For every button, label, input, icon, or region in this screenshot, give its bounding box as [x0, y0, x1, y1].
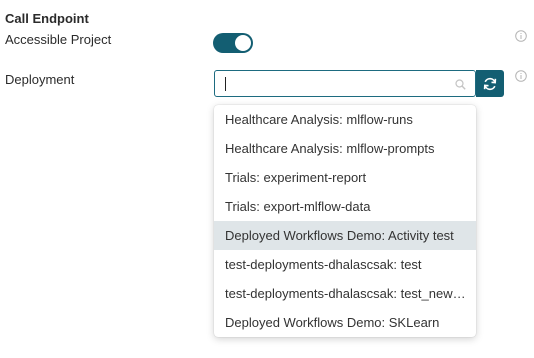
info-icon[interactable]	[515, 70, 527, 82]
dropdown-option[interactable]: test-deployments-dhalascsak: test	[214, 250, 476, 279]
deployment-search-input[interactable]	[216, 72, 441, 95]
deployment-search-field[interactable]	[214, 70, 476, 97]
dropdown-option[interactable]: Deployed Workflows Demo: SKLearn	[214, 308, 476, 337]
deployment-dropdown-list: Healthcare Analysis: mlflow-runs Healthc…	[214, 105, 476, 337]
accessible-project-label: Accessible Project	[5, 32, 112, 47]
dropdown-option[interactable]: Healthcare Analysis: mlflow-runs	[214, 105, 476, 134]
dropdown-option-highlighted[interactable]: Deployed Workflows Demo: Activity test	[214, 221, 476, 250]
toggle-knob	[235, 35, 251, 51]
info-icon[interactable]	[515, 30, 527, 42]
refresh-icon	[483, 77, 497, 90]
dropdown-option[interactable]: Trials: export-mlflow-data	[214, 192, 476, 221]
text-caret	[225, 77, 226, 91]
deployment-label: Deployment	[5, 72, 75, 87]
accessible-project-toggle[interactable]	[213, 33, 253, 53]
search-icon	[455, 79, 466, 90]
refresh-button[interactable]	[476, 70, 504, 97]
dropdown-option[interactable]: Trials: experiment-report	[214, 163, 476, 192]
section-title: Call Endpoint	[5, 11, 89, 26]
dropdown-option[interactable]: Healthcare Analysis: mlflow-prompts	[214, 134, 476, 163]
dropdown-option[interactable]: test-deployments-dhalascsak: test_new_de…	[214, 279, 476, 308]
